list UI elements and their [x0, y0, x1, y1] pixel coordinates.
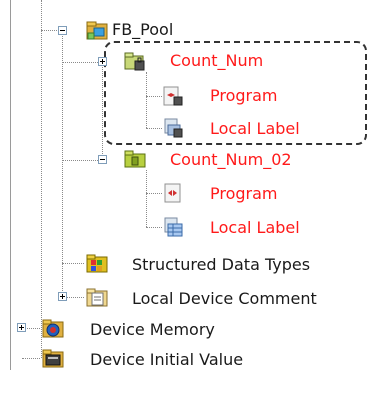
function-block-icon	[124, 148, 146, 170]
local-label-icon	[162, 216, 184, 238]
node-label: Local Label	[210, 119, 300, 138]
node-label: Local Label	[210, 218, 300, 237]
tree-connector	[41, 30, 59, 31]
device-initial-value-icon	[42, 347, 64, 369]
function-block-icon	[124, 50, 146, 72]
node-label: Structured Data Types	[132, 255, 311, 274]
tree-connector	[62, 263, 84, 264]
tree-connector	[146, 227, 162, 228]
node-label: Local Device Comment	[132, 289, 317, 308]
node-label: Count_Num_02	[170, 150, 292, 169]
tree-connector	[146, 170, 147, 227]
expand-button[interactable]	[58, 292, 67, 301]
local-label-icon	[162, 117, 184, 139]
tree-connector	[102, 62, 103, 160]
node-label: Program	[210, 184, 278, 203]
collapse-button[interactable]	[98, 155, 107, 164]
expand-button[interactable]	[17, 323, 26, 332]
tree-connector	[62, 31, 63, 297]
program-icon	[162, 85, 184, 107]
tree-connector	[41, 0, 42, 358]
structured-data-icon	[86, 252, 108, 274]
tree-connector	[146, 193, 162, 194]
tree-connector	[62, 62, 98, 63]
folder-icon	[86, 19, 108, 41]
program-icon	[162, 182, 184, 204]
node-label: Program	[210, 86, 278, 105]
node-label: Count_Num	[170, 51, 264, 70]
expand-button[interactable]	[98, 57, 107, 66]
device-memory-icon	[42, 317, 64, 339]
tree-connector	[22, 358, 40, 359]
collapse-button[interactable]	[58, 26, 67, 35]
node-label: FB_Pool	[112, 20, 174, 39]
node-label: Device Initial Value	[90, 350, 244, 369]
project-tree: FB_Pool Count_Num Program Local Label Co…	[0, 0, 369, 394]
tree-connector	[62, 160, 98, 161]
tree-border-line	[10, 0, 11, 370]
device-comment-icon	[86, 286, 108, 308]
node-label: Device Memory	[90, 320, 215, 339]
